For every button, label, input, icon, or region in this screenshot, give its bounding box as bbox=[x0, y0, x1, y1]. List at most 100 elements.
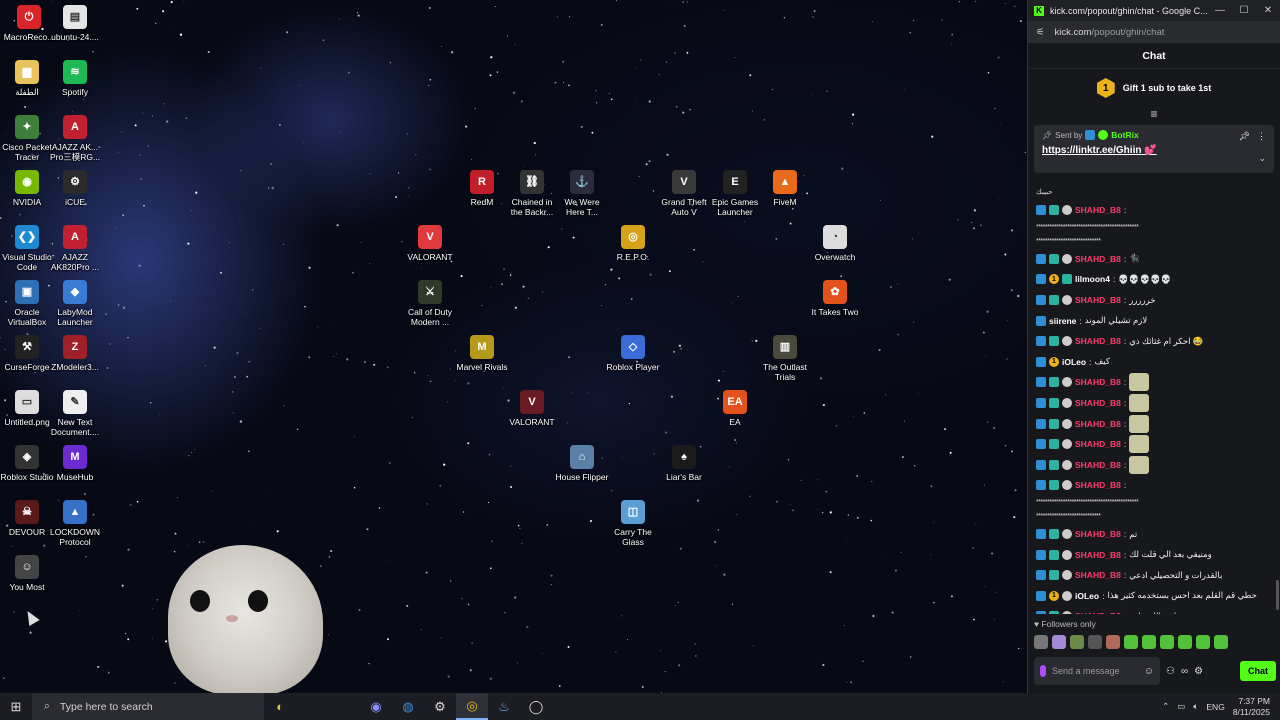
desktop-icon[interactable]: ✦ Cisco Packet Tracer bbox=[0, 115, 54, 162]
desktop-icon[interactable]: ◉ NVIDIA bbox=[0, 170, 54, 207]
chat-username[interactable]: SHAHD_B8 bbox=[1075, 480, 1121, 490]
pinned-app-icon[interactable]: ◐ bbox=[264, 693, 296, 720]
pin-icon[interactable]: 📌︎ bbox=[1239, 131, 1250, 142]
emote-icon[interactable] bbox=[1178, 635, 1192, 649]
desktop-icon[interactable]: ⌂ House Flipper bbox=[555, 445, 609, 482]
emote-icon[interactable] bbox=[1088, 635, 1102, 649]
desktop-icon[interactable]: ✿ It Takes Two bbox=[808, 280, 862, 317]
emote-icon[interactable] bbox=[1160, 635, 1174, 649]
chat-username[interactable]: siirene bbox=[1049, 316, 1076, 326]
desktop-icon[interactable]: ◎ R.E.P.O. bbox=[606, 225, 660, 262]
chrome-icon[interactable]: ◎ bbox=[456, 693, 488, 720]
message-input-wrapper[interactable]: ☺ bbox=[1034, 657, 1160, 685]
emote-icon[interactable] bbox=[1196, 635, 1210, 649]
collapse-lines-icon[interactable]: ≡ bbox=[1028, 107, 1280, 123]
desktop-icon[interactable]: V VALORANT bbox=[505, 390, 559, 427]
desktop-icon[interactable]: ≋ Spotify bbox=[48, 60, 102, 97]
steam-vr-icon[interactable]: ⚙ bbox=[424, 693, 456, 720]
emote-icon[interactable] bbox=[1124, 635, 1138, 649]
desktop-icon[interactable]: Z ZModeler3... bbox=[48, 335, 102, 372]
desktop-icon[interactable]: ❮❯ Visual Studio Code bbox=[0, 225, 54, 272]
chat-username[interactable]: iOLeo bbox=[1075, 591, 1099, 601]
volume-icon[interactable]: 🔈︎ bbox=[1193, 701, 1198, 712]
desktop-icon[interactable]: ⚙ iCUE bbox=[48, 170, 102, 207]
chat-username[interactable]: SHAHD_B8 bbox=[1075, 295, 1121, 305]
desktop-icon[interactable]: M Marvel Rivals bbox=[455, 335, 509, 372]
desktop-icon[interactable]: ▣ Oracle VirtualBox bbox=[0, 280, 54, 327]
desktop-icon[interactable]: ◆ LabyMod Launcher bbox=[48, 280, 102, 327]
chat-username[interactable]: SHAHD_B8 bbox=[1075, 529, 1121, 539]
desktop-icon[interactable]: ⚓ We Were Here T... bbox=[555, 170, 609, 217]
desktop-icon[interactable]: ▲ LOCKDOWN Protocol bbox=[48, 500, 102, 547]
desktop-icon[interactable]: ⚒ CurseForge bbox=[0, 335, 54, 372]
desktop-icon[interactable]: ▤ ubuntu-24.... bbox=[48, 5, 102, 42]
gift-sub-banner[interactable]: 1 Gift 1 sub to take 1st bbox=[1028, 69, 1280, 107]
desktop-icon[interactable]: M MuseHub bbox=[48, 445, 102, 482]
chat-username[interactable]: SHAHD_B8 bbox=[1075, 336, 1121, 346]
desktop-icon[interactable]: V VALORANT bbox=[403, 225, 457, 262]
site-settings-icon[interactable]: ⚟ bbox=[1036, 27, 1045, 38]
chevron-up-icon[interactable]: ⌃ bbox=[1162, 701, 1169, 712]
network-icon[interactable]: ▭ bbox=[1177, 701, 1185, 712]
desktop-icon[interactable]: R RedM bbox=[455, 170, 509, 207]
desktop-icon[interactable]: ⛓ Chained in the Backr... bbox=[505, 170, 559, 217]
desktop-icon[interactable]: E Epic Games Launcher bbox=[708, 170, 762, 217]
close-icon[interactable]: ✕ bbox=[1256, 5, 1280, 16]
emote-icon[interactable] bbox=[1034, 635, 1048, 649]
desktop-icon[interactable]: ◔ Overwatch bbox=[808, 225, 862, 262]
desktop-icon[interactable]: ☠ DEVOUR bbox=[0, 500, 54, 537]
clock[interactable]: 7:37 PM 8/11/2025 bbox=[1233, 696, 1270, 718]
window-title-bar[interactable]: K kick.com/popout/ghin/chat - Google C..… bbox=[1028, 0, 1280, 21]
emoji-icon[interactable]: ☺ bbox=[1144, 666, 1154, 677]
chat-username[interactable]: SHAHD_B8 bbox=[1075, 611, 1121, 614]
language-indicator[interactable]: ENG bbox=[1206, 702, 1224, 712]
chat-username[interactable]: SHAHD_B8 bbox=[1075, 550, 1121, 560]
desktop-icon[interactable]: ♠ Liar's Bar bbox=[657, 445, 711, 482]
chat-username[interactable]: iOLeo bbox=[1062, 357, 1086, 367]
users-icon[interactable]: ⚇ bbox=[1166, 666, 1175, 677]
desktop-icon[interactable]: A AJAZZ AK820Pro ... bbox=[48, 225, 102, 272]
desktop-icon[interactable]: ◫ Carry The Glass bbox=[606, 500, 660, 547]
desktop-icon[interactable]: ▥ The Outlast Trials bbox=[758, 335, 812, 382]
desktop-icon[interactable]: ▆ الطفلة bbox=[0, 60, 54, 97]
microphone-icon[interactable] bbox=[1040, 665, 1046, 677]
more-options-icon[interactable]: ⋮ bbox=[1257, 131, 1266, 142]
minimize-icon[interactable]: — bbox=[1208, 5, 1232, 16]
chat-username[interactable]: SHAHD_B8 bbox=[1075, 205, 1121, 215]
desktop-icon[interactable]: ▭ Untitled.png bbox=[0, 390, 54, 427]
message-input[interactable] bbox=[1052, 666, 1138, 676]
taskbar-search[interactable]: ⌕ Type here to search bbox=[32, 693, 264, 720]
chat-username[interactable]: SHAHD_B8 bbox=[1075, 570, 1121, 580]
chat-username[interactable]: SHAHD_B8 bbox=[1075, 460, 1121, 470]
address-bar[interactable]: ⚟ kick.com/popout/ghin/chat bbox=[1028, 21, 1280, 43]
emote-icon[interactable] bbox=[1052, 635, 1066, 649]
emote-icon[interactable] bbox=[1070, 635, 1084, 649]
chat-scrollbar[interactable] bbox=[1276, 580, 1279, 610]
chat-username[interactable]: SHAHD_B8 bbox=[1075, 419, 1121, 429]
pinned-link[interactable]: https://linktr.ee/Ghiin bbox=[1042, 145, 1141, 156]
infinity-icon[interactable]: ∞ bbox=[1181, 666, 1188, 677]
bot-name[interactable]: BotRix bbox=[1111, 130, 1138, 140]
chat-username[interactable]: SHAHD_B8 bbox=[1075, 254, 1121, 264]
emote-icon[interactable] bbox=[1142, 635, 1156, 649]
chat-username[interactable]: lilmoon4 bbox=[1075, 274, 1110, 284]
chevron-down-icon[interactable]: ⌄ bbox=[1258, 153, 1266, 164]
chat-username[interactable]: SHAHD_B8 bbox=[1075, 398, 1121, 408]
desktop[interactable]: ⏻ MacroReco... ▤ ubuntu-24.... ▆ الطفلة ≋ Spoti… bbox=[0, 0, 1027, 693]
chat-username[interactable]: SHAHD_B8 bbox=[1075, 439, 1121, 449]
steam-icon[interactable]: ♨ bbox=[488, 693, 520, 720]
obs-icon[interactable]: ◯ bbox=[520, 693, 552, 720]
maximize-icon[interactable]: ☐ bbox=[1232, 5, 1256, 16]
windows-start-icon[interactable]: ⊞ bbox=[0, 693, 32, 720]
desktop-icon[interactable]: V Grand Theft Auto V bbox=[657, 170, 711, 217]
desktop-icon[interactable]: ☺ You Most bbox=[0, 555, 54, 592]
chat-username[interactable]: SHAHD_B8 bbox=[1075, 377, 1121, 387]
skype-icon[interactable]: ◍ bbox=[392, 693, 424, 720]
desktop-icon[interactable]: ⚔ Call of Duty Modern ... bbox=[403, 280, 457, 327]
send-chat-button[interactable]: Chat bbox=[1240, 661, 1276, 681]
emote-icon[interactable] bbox=[1214, 635, 1228, 649]
discord-icon[interactable]: ◉ bbox=[360, 693, 392, 720]
desktop-icon[interactable]: ◈ Roblox Studio bbox=[0, 445, 54, 482]
desktop-icon[interactable]: EA EA bbox=[708, 390, 762, 427]
desktop-icon[interactable]: ✎ New Text Document.... bbox=[48, 390, 102, 437]
